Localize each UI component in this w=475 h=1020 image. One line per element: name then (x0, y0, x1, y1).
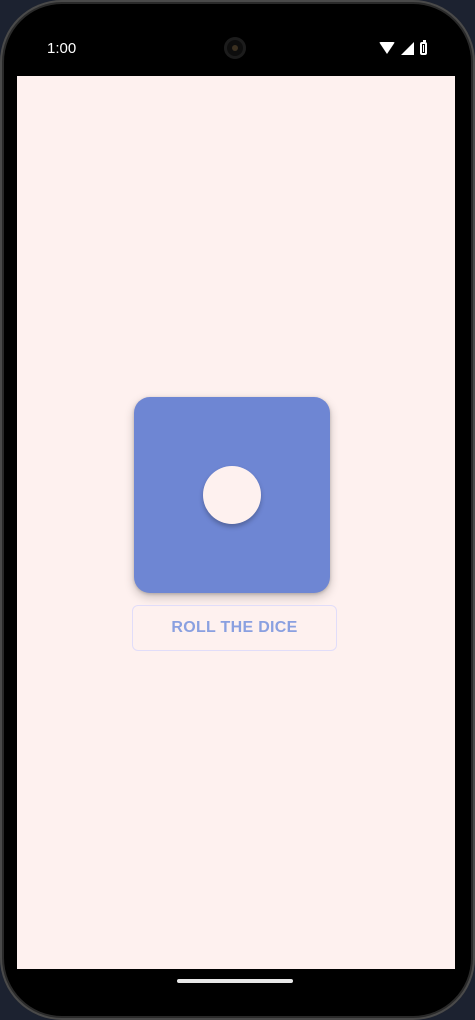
roll-dice-button[interactable]: ROLL THE DICE (132, 605, 337, 651)
status-bar: 1:00 (17, 22, 455, 76)
navigation-bar (17, 969, 455, 1009)
status-time: 1:00 (47, 40, 77, 57)
app-screen: ROLL THE DICE (17, 76, 455, 969)
home-gesture-handle[interactable] (177, 979, 293, 983)
wifi-icon (379, 42, 395, 54)
dice-face (134, 397, 330, 593)
dice-pip (203, 466, 261, 524)
cellular-signal-icon (401, 41, 414, 55)
battery-icon (420, 39, 427, 55)
status-icons (379, 39, 427, 56)
front-camera (224, 37, 246, 59)
